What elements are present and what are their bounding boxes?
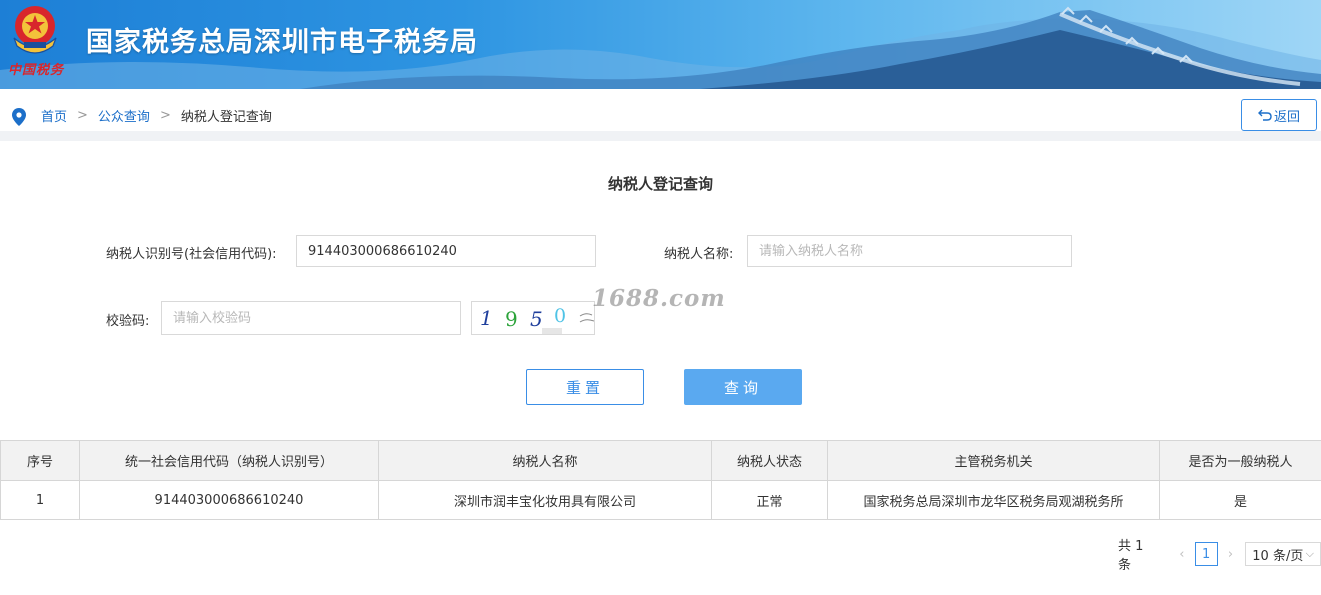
table-cell: 国家税务总局深圳市龙华区税务局观湖税务所 [827,480,1160,520]
tax-emblem-icon [13,6,57,54]
column-header: 序号 [0,440,80,481]
page-size-select[interactable]: 10 条/页 ⌵ [1245,542,1321,566]
breadcrumb-bar: 首页 > 公众查询 > 纳税人登记查询 返回 [0,89,1321,141]
page-size-value: 10 条/页 [1252,548,1304,564]
captcha-char: 1 [480,306,493,330]
captcha-input[interactable] [161,301,461,335]
breadcrumb: 首页 > 公众查询 > 纳税人登记查询 [41,106,272,125]
breadcrumb-separator: > [77,108,88,123]
table-cell: 正常 [711,480,828,520]
captcha-graphic: 1 9 5 0 [480,305,594,334]
taxpayer-id-input[interactable] [296,235,596,267]
undo-icon [1257,109,1272,121]
page-number-button[interactable]: 1 [1194,542,1218,566]
table-cell: 是 [1159,480,1321,520]
captcha-label: 校验码: [106,314,150,329]
form-title: 纳税人登记查询 [607,175,713,193]
pagination-total: 共 1 条 [1118,539,1144,573]
table-cell: 深圳市润丰宝化妆用具有限公司 [378,480,712,520]
site-title: 国家税务总局深圳市电子税务局 [86,27,478,58]
breadcrumb-public-query-link[interactable]: 公众查询 [98,106,150,125]
captcha-char: 0 [554,305,566,327]
column-header: 主管税务机关 [827,440,1160,481]
next-page-icon[interactable]: › [1224,547,1238,562]
taxpayer-name-label: 纳税人名称: [664,247,734,262]
chevron-down-icon: ⌵ [1305,547,1314,560]
breadcrumb-current: 纳税人登记查询 [180,110,272,125]
column-header: 纳税人状态 [711,440,828,481]
watermark-text: 1688.com [592,285,726,312]
column-header: 纳税人名称 [378,440,712,481]
column-header: 是否为一般纳税人 [1159,440,1321,481]
captcha-image[interactable]: 1 9 5 0 [471,301,595,335]
prev-page-icon[interactable]: ‹ [1175,547,1189,562]
seal-text: 中国税务 [8,63,65,78]
results-table: 序号 统一社会信用代码（纳税人识别号） 纳税人名称 纳税人状态 主管税务机关 是… [0,440,1321,520]
table-row: 1 914403000686610240 深圳市润丰宝化妆用具有限公司 正常 国… [0,480,1321,520]
location-pin-icon [12,108,26,126]
back-button[interactable]: 返回 [1241,99,1317,131]
taxpayer-name-input[interactable] [747,235,1072,267]
taxpayer-id-label: 纳税人识别号(社会信用代码): [106,247,277,262]
query-button[interactable]: 查询 [684,369,802,405]
header-banner: 中国税务 国家税务总局深圳市电子税务局 [0,0,1321,89]
column-header: 统一社会信用代码（纳税人识别号） [79,440,379,481]
table-cell: 914403000686610240 [79,480,379,520]
breadcrumb-home-link[interactable]: 首页 [41,106,67,125]
table-header-row: 序号 统一社会信用代码（纳税人识别号） 纳税人名称 纳税人状态 主管税务机关 是… [0,440,1321,481]
breadcrumb-separator: > [159,108,171,123]
reset-button[interactable]: 重置 [526,369,644,405]
captcha-char: 5 [530,307,543,331]
pagination: 共 1 条 ‹ 1 › 10 条/页 ⌵ [1118,535,1321,573]
table-cell: 1 [0,480,80,520]
back-button-label: 返回 [1273,109,1300,125]
captcha-char: 9 [505,307,518,331]
